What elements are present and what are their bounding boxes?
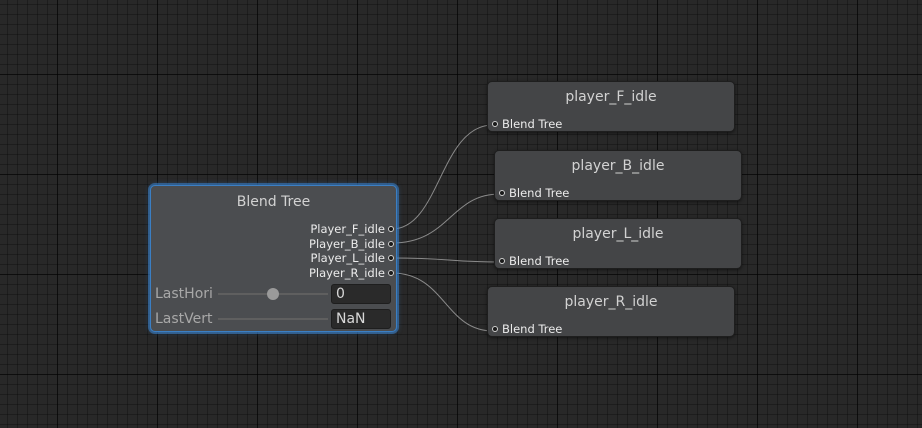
input-port[interactable]: Blend Tree xyxy=(492,322,562,336)
output-port-l-idle[interactable]: Player_L_idle xyxy=(311,251,394,265)
param-slider-lasthori[interactable] xyxy=(218,286,328,302)
param-row-lasthori: LastHori xyxy=(155,283,392,305)
wire-b-idle xyxy=(391,193,501,244)
motion-node-title: player_R_idle xyxy=(564,294,658,310)
wire-l-idle xyxy=(391,257,501,263)
blend-tree-node[interactable]: Blend Tree Player_F_idle Player_B_idle P… xyxy=(150,185,397,332)
motion-node-b-idle[interactable]: player_B_idle Blend Tree xyxy=(494,150,742,201)
blend-tree-title: Blend Tree xyxy=(236,194,311,210)
port-dot-icon[interactable] xyxy=(388,226,394,232)
param-input-lastvert[interactable] xyxy=(331,309,391,329)
motion-node-r-idle[interactable]: player_R_idle Blend Tree xyxy=(487,286,735,337)
param-slider-lastvert[interactable] xyxy=(218,311,328,327)
output-port-label: Player_L_idle xyxy=(310,251,385,265)
input-port[interactable]: Blend Tree xyxy=(499,186,569,200)
output-port-b-idle[interactable]: Player_B_idle xyxy=(309,237,394,251)
port-label: Blend Tree xyxy=(502,117,563,131)
port-label: Blend Tree xyxy=(509,254,570,268)
port-dot-icon[interactable] xyxy=(492,326,498,332)
output-port-f-idle[interactable]: Player_F_idle xyxy=(310,222,394,236)
port-dot-icon[interactable] xyxy=(499,258,505,264)
port-dot-icon[interactable] xyxy=(492,121,498,127)
param-row-lastvert: LastVert xyxy=(155,308,392,330)
motion-node-title: player_L_idle xyxy=(572,226,664,242)
motion-node-f-idle[interactable]: player_F_idle Blend Tree xyxy=(487,81,735,132)
input-port[interactable]: Blend Tree xyxy=(492,117,562,131)
port-label: Blend Tree xyxy=(502,322,563,336)
param-label: LastHori xyxy=(155,286,213,302)
output-port-label: Player_F_idle xyxy=(310,222,385,236)
port-label: Blend Tree xyxy=(509,186,570,200)
connection-wires xyxy=(391,124,501,332)
slider-track xyxy=(218,318,328,320)
wire-f-idle xyxy=(391,124,494,230)
output-port-r-idle[interactable]: Player_R_idle xyxy=(309,266,394,280)
port-dot-icon[interactable] xyxy=(388,255,394,261)
motion-node-title: player_F_idle xyxy=(565,89,657,105)
port-dot-icon[interactable] xyxy=(388,241,394,247)
slider-thumb[interactable] xyxy=(267,288,279,300)
output-port-label: Player_R_idle xyxy=(308,266,385,280)
wire-r-idle xyxy=(391,272,494,332)
port-dot-icon[interactable] xyxy=(499,190,505,196)
param-label: LastVert xyxy=(155,311,213,327)
input-port[interactable]: Blend Tree xyxy=(499,254,569,268)
port-dot-icon[interactable] xyxy=(388,270,394,276)
param-input-lasthori[interactable] xyxy=(331,284,391,304)
motion-node-l-idle[interactable]: player_L_idle Blend Tree xyxy=(494,218,742,269)
output-port-label: Player_B_idle xyxy=(309,237,385,251)
motion-node-title: player_B_idle xyxy=(571,158,665,174)
